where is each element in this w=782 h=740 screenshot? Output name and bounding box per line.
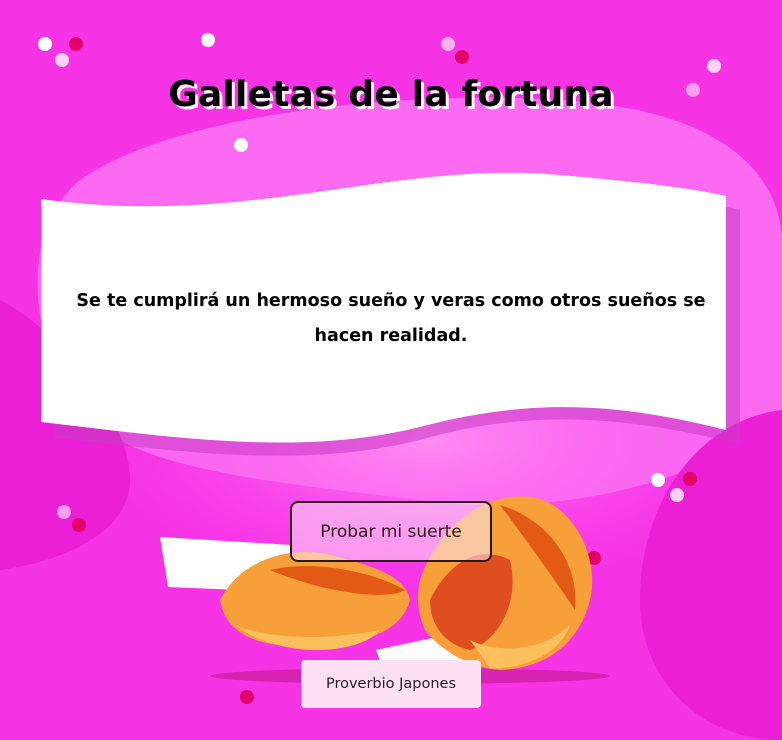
fortune-message: Se te cumplirá un hermoso sueño y veras …: [76, 291, 706, 346]
proverb-source-badge: Proverbio Japones: [301, 660, 481, 708]
page-title: Galletas de la fortuna: [168, 74, 614, 115]
try-luck-button[interactable]: Probar mi suerte: [290, 501, 492, 562]
